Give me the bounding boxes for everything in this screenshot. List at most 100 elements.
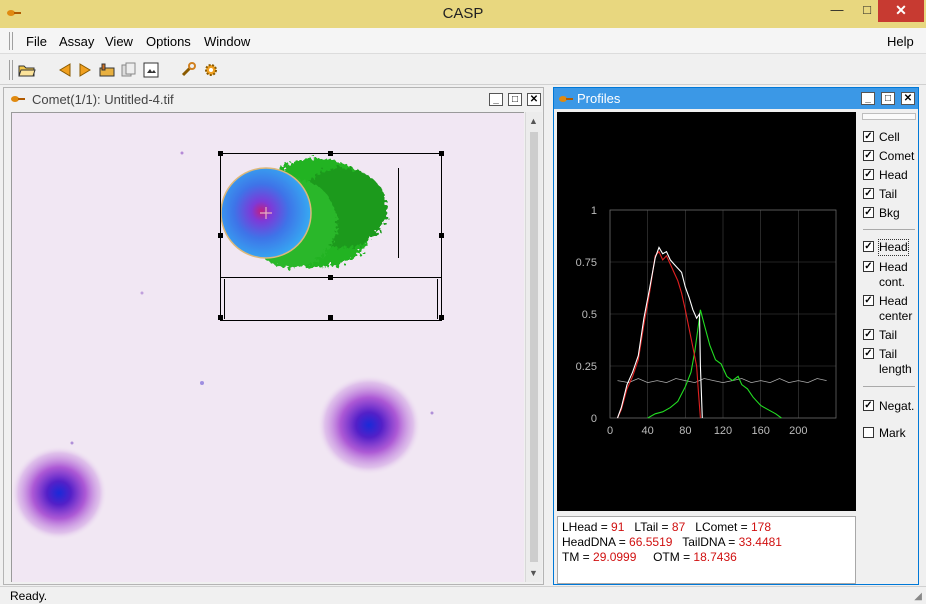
- checkbox[interactable]: ✓: [863, 348, 874, 359]
- background-box[interactable]: [220, 277, 442, 321]
- checkbox[interactable]: ✓: [863, 169, 874, 180]
- option-label: Head center: [879, 294, 913, 323]
- profiles-maximize-button[interactable]: □: [881, 92, 895, 105]
- option-label: Bkg: [879, 206, 900, 220]
- copy-icon[interactable]: [120, 61, 138, 79]
- option-head[interactable]: ✓ Head: [863, 168, 908, 183]
- options-separator: [863, 229, 915, 230]
- profiles-close-button[interactable]: ✕: [901, 92, 915, 105]
- options-scroll-strip[interactable]: [862, 113, 916, 120]
- next-arrow-icon[interactable]: [76, 61, 94, 79]
- toolbar-grip[interactable]: [9, 60, 13, 80]
- measurement-readout: LHead = 91 LTail = 87 LComet = 178 HeadD…: [557, 516, 856, 584]
- option-cell[interactable]: ✓ Cell: [863, 130, 900, 145]
- taildna-value: 33.4481: [738, 535, 782, 549]
- scroll-thumb[interactable]: [530, 132, 538, 562]
- y-tick-label: 0.5: [582, 309, 597, 321]
- y-tick-label: 1: [591, 205, 597, 217]
- option-comet[interactable]: ✓ Comet: [863, 149, 914, 164]
- open-folder-icon[interactable]: [18, 61, 36, 79]
- option-tail-length[interactable]: ✓ Tail length: [863, 347, 919, 377]
- checkbox[interactable]: [863, 427, 874, 438]
- checkbox[interactable]: ✓: [863, 295, 874, 306]
- profiles-window-title: Profiles: [577, 91, 621, 106]
- background-speck: [140, 291, 144, 295]
- headdna-label: HeadDNA =: [562, 535, 630, 549]
- tm-value: 29.0999: [593, 550, 637, 564]
- checkbox[interactable]: ✓: [863, 261, 874, 272]
- scroll-down-arrow-icon[interactable]: ▼: [529, 568, 538, 578]
- option-label: Cell: [879, 130, 900, 144]
- checkbox[interactable]: ✓: [863, 150, 874, 161]
- option-head-center[interactable]: ✓ Head center: [863, 294, 919, 324]
- option-mark[interactable]: Mark: [863, 426, 906, 441]
- y-tick-label: 0: [591, 413, 597, 425]
- menu-file[interactable]: File: [26, 34, 47, 49]
- profiles-window-icon: [559, 96, 573, 102]
- comet-close-button[interactable]: ✕: [527, 93, 541, 106]
- option-label: Tail: [879, 187, 898, 201]
- x-tick-label: 0: [607, 425, 613, 437]
- lcomet-label: LComet =: [695, 520, 751, 534]
- menu-window[interactable]: Window: [204, 34, 250, 49]
- ltail-value: 87: [671, 520, 686, 534]
- minimize-button[interactable]: —: [822, 0, 852, 22]
- option-tail[interactable]: ✓ Tail: [863, 187, 897, 202]
- checkbox[interactable]: ✓: [863, 131, 874, 142]
- checkbox[interactable]: ✓: [863, 241, 874, 252]
- series-line-head: [616, 250, 701, 419]
- ltail-label: LTail =: [634, 520, 672, 534]
- option-label: Mark: [879, 426, 906, 440]
- headdna-value: 66.5519: [629, 535, 673, 549]
- checkbox[interactable]: ✓: [863, 329, 874, 340]
- comet-minimize-button[interactable]: _: [489, 93, 503, 106]
- checkbox[interactable]: ✓: [863, 207, 874, 218]
- scroll-up-arrow-icon[interactable]: ▲: [529, 116, 538, 126]
- readout-row-moments: TM = 29.0999 OTM = 18.7436: [562, 550, 851, 565]
- profiles-minimize-button[interactable]: _: [861, 92, 875, 105]
- option-bkg[interactable]: ✓ Bkg: [863, 206, 900, 221]
- lhead-label: LHead =: [562, 520, 612, 534]
- y-tick-label: 0.75: [576, 257, 597, 269]
- measure-icon[interactable]: [98, 61, 116, 79]
- menu-options[interactable]: Options: [146, 34, 191, 49]
- export-icon[interactable]: [142, 61, 160, 79]
- option-label: Negat.: [879, 399, 915, 413]
- comet-maximize-button[interactable]: □: [508, 93, 522, 106]
- comet-vertical-scrollbar[interactable]: ▲ ▼: [525, 112, 542, 582]
- status-bar: Ready. ◢: [0, 586, 926, 604]
- otm-label: OTM =: [653, 550, 694, 564]
- otm-value: 18.7436: [693, 550, 737, 564]
- settings-icon[interactable]: [202, 61, 220, 79]
- status-text: Ready.: [10, 589, 48, 603]
- x-tick-label: 200: [789, 425, 807, 437]
- menu-view[interactable]: View: [105, 34, 133, 49]
- menu-assay[interactable]: Assay: [59, 34, 94, 49]
- checkbox[interactable]: ✓: [863, 400, 874, 411]
- option-negat[interactable]: ✓ Negat.: [863, 399, 914, 414]
- profile-plot: 0 40 80 120 160 200 0 0.25 0.5 0.75 1: [557, 112, 856, 511]
- toolbar: [0, 55, 926, 85]
- resize-grip-icon[interactable]: ◢: [914, 591, 922, 602]
- tools-icon[interactable]: [180, 61, 198, 79]
- x-tick-label: 80: [679, 425, 691, 437]
- option-head-cont[interactable]: ✓ Head cont.: [863, 260, 919, 290]
- option-label: Head cont.: [879, 260, 908, 289]
- comet-cell-2: [317, 375, 421, 475]
- comet-window-title: Comet(1/1): Untitled-4.tif: [32, 92, 174, 107]
- background-speck: [430, 411, 434, 415]
- close-button[interactable]: ✕: [878, 0, 924, 22]
- menu-help[interactable]: Help: [887, 34, 914, 49]
- profile-chart: 0 40 80 120 160 200 0 0.25 0.5 0.75 1: [576, 205, 837, 437]
- lcomet-value: 178: [750, 520, 771, 534]
- option-head-mark[interactable]: ✓ Head: [863, 239, 909, 256]
- option-tail-mark[interactable]: ✓ Tail: [863, 328, 897, 343]
- checkbox[interactable]: ✓: [863, 188, 874, 199]
- menu-grip[interactable]: [9, 32, 13, 50]
- option-label: Head: [878, 239, 909, 256]
- previous-arrow-icon[interactable]: [56, 61, 74, 79]
- profiles-window-titlebar: Profiles _ □ ✕: [554, 88, 918, 109]
- y-tick-label: 0.25: [576, 361, 597, 373]
- menu-bar: File Assay View Options Window Help: [0, 28, 926, 54]
- comet-image-canvas[interactable]: [11, 112, 524, 582]
